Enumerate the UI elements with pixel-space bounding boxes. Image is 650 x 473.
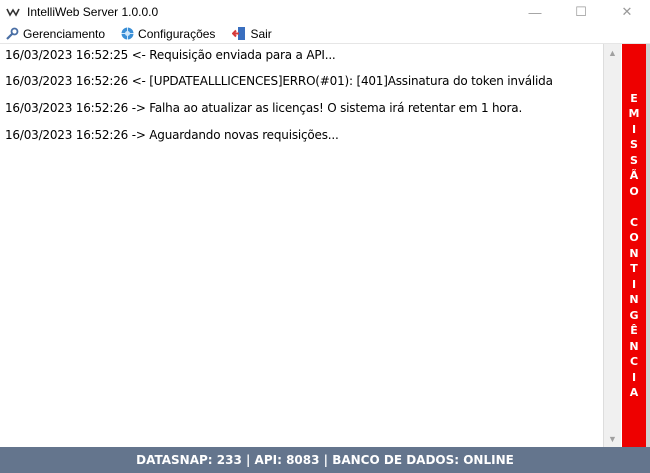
banner-letter: G xyxy=(629,308,639,322)
window-title: IntelliWeb Server 1.0.0.0 xyxy=(27,5,159,19)
banner-letter: N xyxy=(629,246,639,260)
banner-letter: Ê xyxy=(630,324,638,337)
scroll-up-icon[interactable]: ▲ xyxy=(604,44,621,61)
log-line: 16/03/2023 16:52:26 <- [UPDATEALLLICENCE… xyxy=(5,74,553,88)
wrench-icon xyxy=(4,26,20,42)
close-button[interactable]: ✕ xyxy=(604,0,650,24)
maximize-button[interactable]: ☐ xyxy=(558,0,604,24)
window-controls: — ☐ ✕ xyxy=(512,0,650,24)
banner-letter: I xyxy=(631,277,637,291)
banner-letter: A xyxy=(629,386,639,399)
gear-globe-icon xyxy=(119,26,135,42)
menu-bar: Gerenciamento Configurações Sair xyxy=(0,24,650,44)
banner-letter: O xyxy=(629,184,639,198)
menu-sair-label: Sair xyxy=(250,26,272,41)
status-text: DATASNAP: 233 | API: 8083 | BANCO DE DAD… xyxy=(136,453,514,467)
log-line: 16/03/2023 16:52:26 -> Falha ao atualiza… xyxy=(5,101,523,115)
banner-letter: M xyxy=(628,107,640,120)
scroll-down-icon[interactable]: ▼ xyxy=(604,430,621,447)
status-bar: DATASNAP: 233 | API: 8083 | BANCO DE DAD… xyxy=(0,447,650,473)
banner-letter: E xyxy=(630,91,638,105)
vertical-scrollbar[interactable]: ▲ ▼ xyxy=(604,44,621,447)
banner-letter: O xyxy=(629,231,639,244)
log-line: 16/03/2023 16:52:25 <- Requisição enviad… xyxy=(5,48,336,62)
menu-gerenciamento-label: Gerenciamento xyxy=(23,26,106,41)
menu-configuracoes[interactable]: Configurações xyxy=(115,24,219,44)
app-logo-icon xyxy=(5,4,21,20)
menu-sair[interactable]: Sair xyxy=(227,24,275,44)
menu-gerenciamento[interactable]: Gerenciamento xyxy=(0,24,109,44)
menu-configuracoes-label: Configurações xyxy=(138,26,216,41)
log-memo[interactable]: 16/03/2023 16:52:25 <- Requisição enviad… xyxy=(0,44,604,447)
title-bar: IntelliWeb Server 1.0.0.0 — ☐ ✕ xyxy=(0,0,650,24)
banner-letter: N xyxy=(629,339,639,353)
banner-letter: S xyxy=(630,138,638,151)
minimize-button[interactable]: — xyxy=(512,0,558,24)
contingency-banner: E M I S S Ã O C O N T I N G Ê N C I A xyxy=(622,44,646,447)
banner-letter: Ã xyxy=(629,169,639,182)
banner-letter: I xyxy=(631,370,637,384)
banner-letter: I xyxy=(631,122,637,136)
banner-letter: S xyxy=(630,153,638,167)
banner-letter: N xyxy=(629,293,639,306)
banner-letter: C xyxy=(629,215,639,229)
banner-letter: C xyxy=(629,355,639,368)
banner-letter: T xyxy=(630,262,638,275)
log-line: 16/03/2023 16:52:26 -> Aguardando novas … xyxy=(5,128,339,142)
window-border xyxy=(646,44,650,447)
exit-door-icon xyxy=(231,26,247,42)
